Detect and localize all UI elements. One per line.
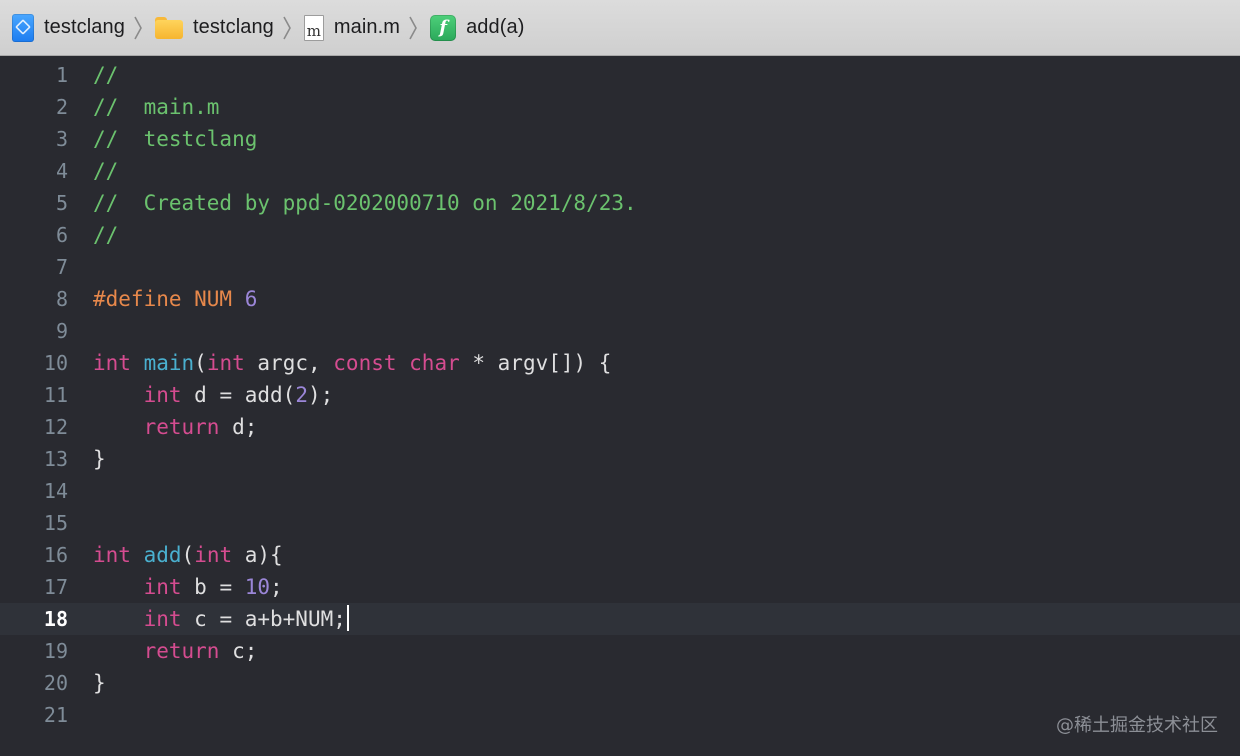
xcode-project-icon xyxy=(12,13,34,42)
code-line[interactable]: 9 xyxy=(0,315,1240,347)
code-text[interactable]: // xyxy=(93,219,118,251)
breadcrumb-item-project[interactable]: testclang xyxy=(12,0,125,56)
line-number: 10 xyxy=(43,351,68,375)
line-number: 5 xyxy=(55,191,68,215)
code-line[interactable]: 8 #define NUM 6 xyxy=(0,283,1240,315)
line-number: 6 xyxy=(55,223,68,247)
code-line[interactable]: 13} xyxy=(0,443,1240,475)
code-text[interactable]: // main.m xyxy=(93,91,219,123)
line-number: 1 xyxy=(55,63,68,87)
code-line[interactable]: 2 // main.m xyxy=(0,91,1240,123)
breadcrumb-label: add(a) xyxy=(466,16,525,38)
line-number: 20 xyxy=(43,671,68,695)
line-number: 12 xyxy=(43,415,68,439)
code-text[interactable]: return d; xyxy=(93,411,258,443)
breadcrumb-label: testclang xyxy=(44,16,125,38)
code-text[interactable]: } xyxy=(93,667,106,699)
chevron-right-icon xyxy=(283,16,291,39)
code-text[interactable]: int main(int argc, const char * argv[]) … xyxy=(93,347,611,379)
code-text[interactable]: int b = 10; xyxy=(93,571,283,603)
line-number: 3 xyxy=(55,127,68,151)
breadcrumb-item-file[interactable]: m main.m xyxy=(303,0,401,56)
code-line[interactable]: 20} xyxy=(0,667,1240,699)
line-number: 11 xyxy=(43,383,68,407)
breadcrumb-label: testclang xyxy=(192,16,274,38)
code-line[interactable]: 3 // testclang xyxy=(0,123,1240,155)
jump-bar: testclang testclang m main.m f add(a) xyxy=(0,0,1240,56)
watermark: @稀土掘金技术社区 xyxy=(1056,715,1218,736)
code-line[interactable]: 6 // xyxy=(0,219,1240,251)
line-number: 15 xyxy=(43,511,68,535)
line-number: 14 xyxy=(43,479,68,503)
code-line[interactable]: 15 xyxy=(0,507,1240,539)
code-line[interactable]: 5 // Created by ppd-0202000710 on 2021/8/… xyxy=(0,187,1240,219)
line-number: 21 xyxy=(43,703,68,727)
code-editor[interactable]: 1 // 2 // main.m 3 // testclang 4 // 5 // Created… xyxy=(0,56,1240,756)
line-number: 13 xyxy=(43,447,68,471)
code-text[interactable]: int c = a+b+NUM; xyxy=(93,603,349,635)
code-text[interactable]: // testclang xyxy=(93,123,257,155)
code-text[interactable]: } xyxy=(93,443,106,475)
chevron-right-icon xyxy=(409,16,417,39)
code-line[interactable]: 16 int add(int a){ xyxy=(0,539,1240,571)
code-line[interactable]: 17 int b = 10; xyxy=(0,571,1240,603)
breadcrumb-label: main.m xyxy=(333,16,401,38)
text-cursor xyxy=(346,605,349,631)
code-line[interactable]: 7 xyxy=(0,251,1240,283)
code-line[interactable]: 11 int d = add(2); xyxy=(0,379,1240,411)
chevron-right-icon xyxy=(134,16,142,39)
line-number: 4 xyxy=(55,159,68,183)
code-line[interactable]: 1 // xyxy=(0,59,1240,91)
line-number: 17 xyxy=(43,575,68,599)
line-number: 7 xyxy=(55,255,68,279)
line-number: 9 xyxy=(55,319,68,343)
line-number: 8 xyxy=(55,287,68,311)
breadcrumb-item-folder[interactable]: testclang xyxy=(154,0,274,56)
function-icon: f xyxy=(430,14,457,41)
code-line[interactable]: 18 int c = a+b+NUM; xyxy=(0,603,1240,635)
line-number: 19 xyxy=(43,639,68,663)
code-line[interactable]: 12 return d; xyxy=(0,411,1240,443)
code-text[interactable]: int add(int a){ xyxy=(93,539,283,571)
objc-file-icon: m xyxy=(303,14,324,41)
line-number: 2 xyxy=(55,95,68,119)
folder-icon xyxy=(154,16,183,39)
code-line[interactable]: 14 xyxy=(0,475,1240,507)
code-text[interactable]: int d = add(2); xyxy=(93,379,334,411)
code-line[interactable]: 19 return c; xyxy=(0,635,1240,667)
code-text[interactable]: // Created by ppd-0202000710 on 2021/8/2… xyxy=(93,187,637,219)
code-line[interactable]: 4 // xyxy=(0,155,1240,187)
line-number: 16 xyxy=(43,543,68,567)
line-number: 18 xyxy=(43,607,68,631)
code-text[interactable]: return c; xyxy=(93,635,258,667)
breadcrumb-item-function[interactable]: f add(a) xyxy=(430,0,524,56)
code-text[interactable]: // xyxy=(93,155,118,187)
code-line[interactable]: 10 int main(int argc, const char * argv[]… xyxy=(0,347,1240,379)
code-line[interactable]: 21 xyxy=(0,699,1240,731)
code-text[interactable]: // xyxy=(93,59,118,91)
code-text[interactable]: #define NUM 6 xyxy=(93,283,257,315)
